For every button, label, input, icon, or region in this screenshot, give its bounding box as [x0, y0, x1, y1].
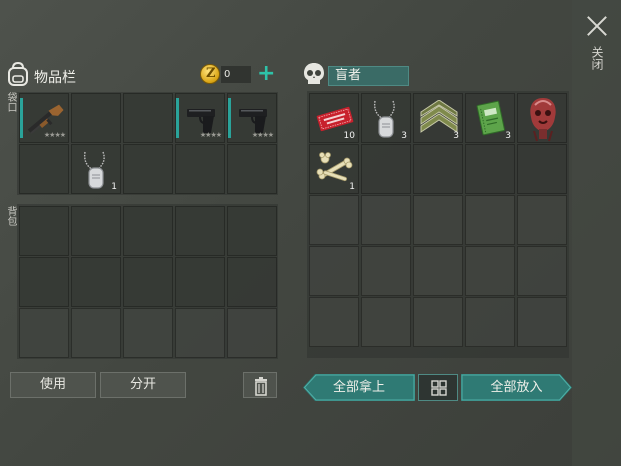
- loot-slot[interactable]: 1: [309, 144, 359, 194]
- loot-slot[interactable]: 10: [309, 93, 359, 143]
- trash-icon: [255, 377, 267, 396]
- trash-button[interactable]: [243, 372, 277, 398]
- loot-slot[interactable]: [413, 195, 463, 245]
- put-all-button[interactable]: 全部放入: [461, 374, 572, 401]
- loot-slot[interactable]: 3: [361, 93, 411, 143]
- loot-slot[interactable]: [413, 144, 463, 194]
- take-all-button[interactable]: 全部拿上: [303, 374, 415, 401]
- loot-slot[interactable]: [361, 246, 411, 296]
- loot-slot[interactable]: [361, 195, 411, 245]
- split-button[interactable]: 分开: [100, 372, 186, 398]
- loot-slot[interactable]: [465, 246, 515, 296]
- loot-slot[interactable]: [465, 144, 515, 194]
- item-quantity: 3: [453, 131, 459, 141]
- loot-slot[interactable]: 3: [413, 93, 463, 143]
- loot-slot[interactable]: [517, 246, 567, 296]
- put-all-label: 全部放入: [490, 380, 543, 395]
- loot-slot[interactable]: [465, 297, 515, 347]
- loot-slot[interactable]: [413, 246, 463, 296]
- loot-slot[interactable]: [309, 195, 359, 245]
- item-quantity: 3: [505, 131, 511, 141]
- loot-slot[interactable]: [517, 297, 567, 347]
- item-quantity: 10: [343, 131, 355, 141]
- item-quantity: 1: [349, 182, 355, 192]
- grid-sort-icon: [431, 380, 447, 396]
- use-button[interactable]: 使用: [10, 372, 96, 398]
- loot-slot[interactable]: [517, 195, 567, 245]
- zombie-head-icon: [518, 94, 568, 144]
- loot-slot[interactable]: [517, 144, 567, 194]
- take-all-label: 全部拿上: [332, 380, 385, 395]
- loot-slot[interactable]: [465, 195, 515, 245]
- loot-slot[interactable]: 3: [465, 93, 515, 143]
- item-quantity: 3: [401, 131, 407, 141]
- loot-slot[interactable]: [309, 297, 359, 347]
- loot-slot[interactable]: [361, 297, 411, 347]
- loot-slot[interactable]: [361, 144, 411, 194]
- loot-grid: 10 3 3 3 1: [0, 0, 621, 358]
- loot-slot[interactable]: [413, 297, 463, 347]
- loot-slot[interactable]: [517, 93, 567, 143]
- loot-slot[interactable]: [309, 246, 359, 296]
- sort-button[interactable]: [418, 374, 458, 401]
